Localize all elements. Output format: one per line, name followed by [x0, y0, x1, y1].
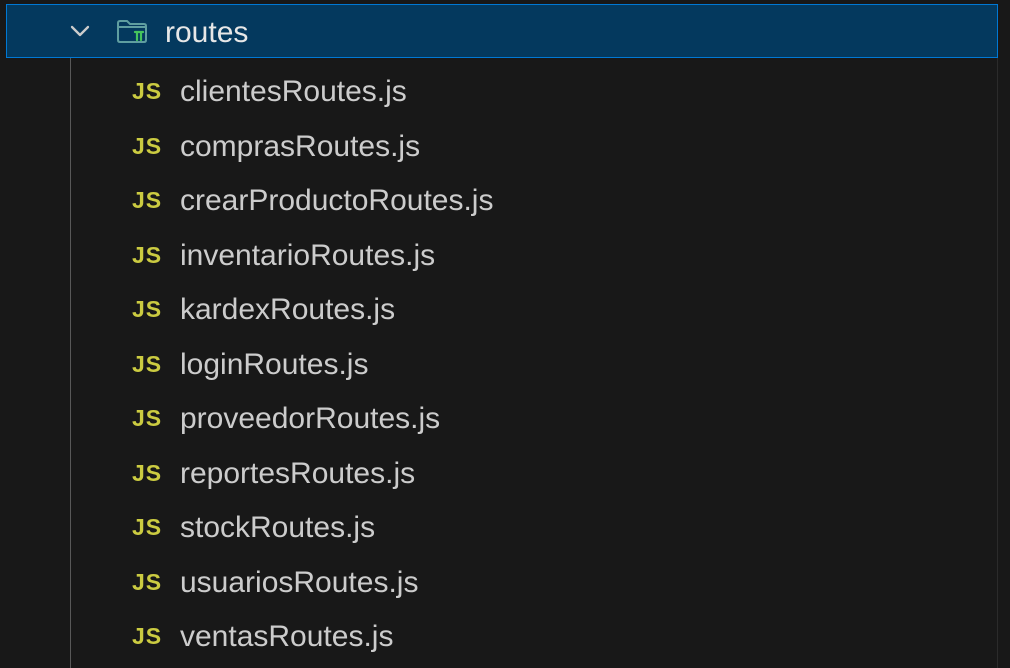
javascript-file-icon: JS — [132, 78, 163, 104]
folder-routes-row[interactable]: routes — [6, 4, 998, 58]
javascript-file-icon: JS — [132, 241, 163, 268]
file-name-reportesRoutes: reportesRoutes.js — [180, 456, 416, 490]
javascript-file-icon: JS — [132, 514, 163, 540]
file-row-ventasRoutes[interactable]: JS ventasRoutes.js — [0, 612, 1010, 667]
javascript-file-icon: JS — [132, 187, 163, 213]
javascript-file-icon: JS — [132, 350, 163, 377]
file-name-usuariosRoutes: usuariosRoutes.js — [180, 565, 419, 599]
file-name-clientesRoutes: clientesRoutes.js — [180, 75, 407, 108]
file-name-kardexRoutes: kardexRoutes.js — [180, 293, 396, 326]
folder-routes-icon — [117, 20, 147, 43]
chevron-down-icon[interactable] — [68, 19, 92, 43]
javascript-file-icon: JS — [132, 459, 163, 486]
file-row-kardexRoutes[interactable]: JS kardexRoutes.js — [0, 285, 1010, 340]
file-row-crearProductoRoutes[interactable]: JS crearProductoRoutes.js — [0, 176, 1010, 231]
file-row-proveedorRoutes[interactable]: JS proveedorRoutes.js — [0, 394, 1010, 449]
file-name-comprasRoutes: comprasRoutes.js — [180, 129, 421, 163]
file-row-reportesRoutes[interactable]: JS reportesRoutes.js — [0, 449, 1010, 504]
javascript-file-icon: JS — [132, 623, 163, 649]
file-explorer: routes JS clientesRoutes.js JS comprasRo… — [0, 0, 1010, 668]
javascript-file-icon: JS — [132, 405, 163, 431]
file-row-stockRoutes[interactable]: JS stockRoutes.js — [0, 503, 1010, 558]
javascript-file-icon: JS — [132, 132, 163, 159]
file-name-ventasRoutes: ventasRoutes.js — [180, 620, 394, 653]
file-name-crearProductoRoutes: crearProductoRoutes.js — [180, 184, 494, 217]
javascript-file-icon: JS — [132, 296, 163, 322]
file-row-loginRoutes[interactable]: JS loginRoutes.js — [0, 340, 1010, 395]
file-row-comprasRoutes[interactable]: JS comprasRoutes.js — [0, 122, 1010, 177]
file-row-inventarioRoutes[interactable]: JS inventarioRoutes.js — [0, 231, 1010, 286]
file-name-inventarioRoutes: inventarioRoutes.js — [180, 238, 436, 272]
routes-file-list: JS clientesRoutes.js JS comprasRoutes.js… — [0, 67, 1010, 667]
file-row-usuariosRoutes[interactable]: JS usuariosRoutes.js — [0, 558, 1010, 613]
file-name-loginRoutes: loginRoutes.js — [180, 347, 369, 381]
file-name-stockRoutes: stockRoutes.js — [180, 511, 376, 544]
file-name-proveedorRoutes: proveedorRoutes.js — [180, 402, 441, 435]
file-row-clientesRoutes[interactable]: JS clientesRoutes.js — [0, 67, 1010, 122]
folder-name: routes — [165, 16, 249, 49]
javascript-file-icon: JS — [132, 568, 163, 595]
